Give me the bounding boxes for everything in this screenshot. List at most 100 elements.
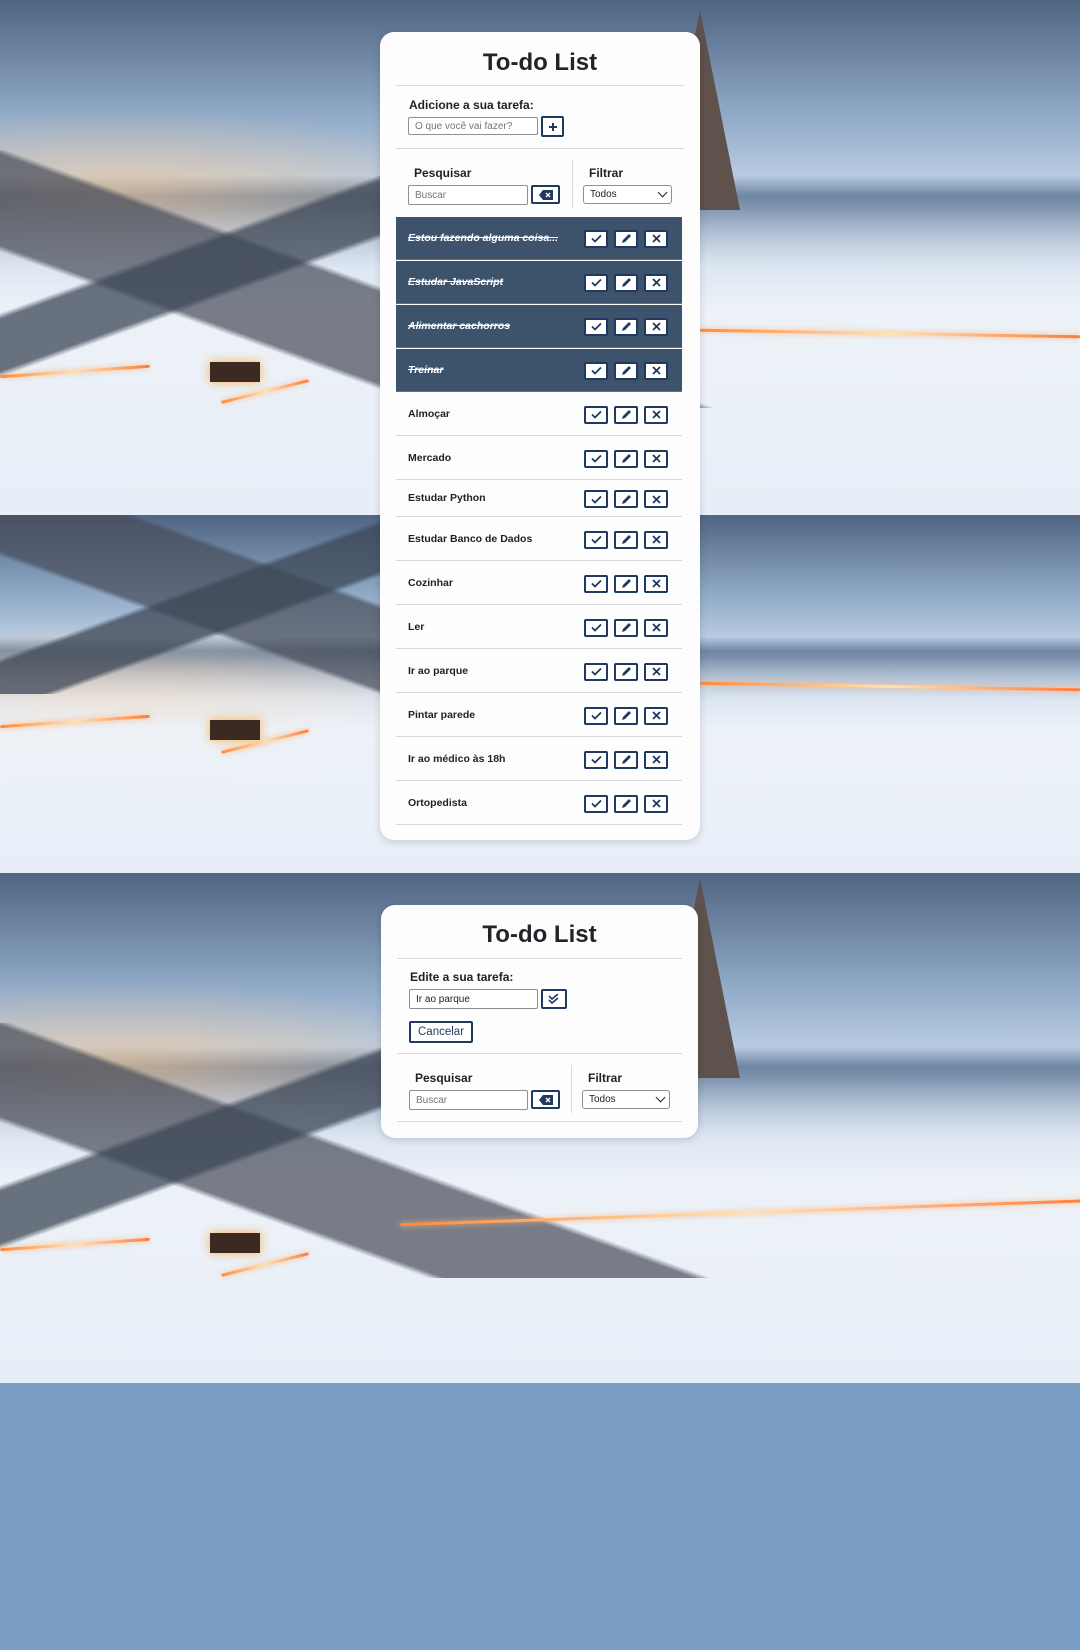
edit-task-button[interactable]	[614, 574, 638, 593]
task-row: Ortopedista	[396, 782, 682, 825]
task-text: Ir ao parque	[408, 664, 469, 677]
remove-task-button[interactable]	[644, 229, 668, 248]
finish-task-button[interactable]	[584, 662, 608, 681]
check-icon	[590, 623, 602, 632]
edit-task-button[interactable]	[614, 361, 638, 380]
finish-task-button[interactable]	[584, 317, 608, 336]
edit-task-button[interactable]	[614, 273, 638, 292]
remove-task-button[interactable]	[644, 706, 668, 725]
close-icon	[651, 579, 661, 588]
edit-task-input[interactable]	[409, 989, 538, 1009]
task-row: Estudar Banco de Dados	[396, 518, 682, 561]
filter-selected-value: Todos	[589, 1094, 616, 1105]
new-task-input[interactable]	[408, 117, 538, 135]
edit-task-button[interactable]	[614, 490, 638, 508]
edit-task-button[interactable]	[614, 794, 638, 813]
vertical-divider	[572, 160, 573, 208]
task-text: Pintar parede	[408, 708, 476, 721]
finish-task-button[interactable]	[584, 794, 608, 813]
remove-task-button[interactable]	[644, 405, 668, 424]
finish-task-button[interactable]	[584, 405, 608, 424]
divider	[397, 1053, 682, 1054]
remove-task-button[interactable]	[644, 750, 668, 769]
todo-card: To-do List Adicione a sua tarefa: Pesqui…	[380, 32, 700, 840]
finish-task-button[interactable]	[584, 229, 608, 248]
check-icon	[590, 322, 602, 331]
task-row: Almoçar	[396, 393, 682, 436]
close-icon	[651, 535, 661, 544]
chevron-down-icon	[657, 187, 668, 198]
task-row: Alimentar cachorros	[396, 305, 682, 348]
finish-task-button[interactable]	[584, 574, 608, 593]
divider	[397, 958, 682, 959]
remove-task-button[interactable]	[644, 530, 668, 549]
edit-task-button[interactable]	[614, 618, 638, 637]
filter-label: Filtrar	[588, 1071, 623, 1085]
filter-select[interactable]: Todos	[582, 1090, 670, 1109]
search-input[interactable]	[408, 185, 528, 205]
remove-task-button[interactable]	[644, 449, 668, 468]
remove-task-button[interactable]	[644, 490, 668, 508]
pencil-icon	[621, 365, 632, 376]
finish-task-button[interactable]	[584, 750, 608, 769]
confirm-edit-button[interactable]	[541, 989, 567, 1009]
clear-search-button[interactable]	[531, 1090, 560, 1109]
search-label: Pesquisar	[414, 166, 472, 180]
remove-task-button[interactable]	[644, 317, 668, 336]
filter-label: Filtrar	[589, 166, 624, 180]
edit-task-button[interactable]	[614, 405, 638, 424]
task-text: Estou fazendo alguma coisa...	[408, 231, 558, 244]
close-icon	[651, 322, 661, 331]
filter-select[interactable]: Todos	[583, 185, 672, 204]
remove-task-button[interactable]	[644, 361, 668, 380]
edit-task-button[interactable]	[614, 662, 638, 681]
search-input[interactable]	[409, 1090, 528, 1110]
task-text: Mercado	[408, 451, 452, 464]
finish-task-button[interactable]	[584, 530, 608, 549]
divider	[396, 148, 684, 149]
finish-task-button[interactable]	[584, 706, 608, 725]
remove-task-button[interactable]	[644, 273, 668, 292]
divider	[397, 1121, 682, 1122]
task-actions	[584, 618, 668, 637]
edit-task-button[interactable]	[614, 449, 638, 468]
edit-task-button[interactable]	[614, 706, 638, 725]
double-check-icon	[548, 993, 559, 1004]
task-row: Mercado	[396, 437, 682, 480]
task-row: Cozinhar	[396, 562, 682, 605]
task-row: Pintar parede	[396, 694, 682, 737]
finish-task-button[interactable]	[584, 618, 608, 637]
edit-card: To-do List Edite a sua tarefa: Cancelar …	[381, 905, 698, 1138]
check-icon	[590, 410, 602, 419]
pencil-icon	[621, 534, 632, 545]
task-row: Ir ao parque	[396, 650, 682, 693]
cancel-edit-button[interactable]: Cancelar	[409, 1021, 474, 1043]
finish-task-button[interactable]	[584, 449, 608, 468]
add-task-label: Adicione a sua tarefa:	[409, 98, 534, 112]
pencil-icon	[621, 622, 632, 633]
edit-task-button[interactable]	[614, 750, 638, 769]
remove-task-button[interactable]	[644, 574, 668, 593]
add-task-button[interactable]	[541, 116, 564, 137]
finish-task-button[interactable]	[584, 273, 608, 292]
edit-task-button[interactable]	[614, 530, 638, 549]
close-icon	[651, 623, 661, 632]
edit-task-button[interactable]	[614, 317, 638, 336]
finish-task-button[interactable]	[584, 490, 608, 508]
remove-task-button[interactable]	[644, 662, 668, 681]
pencil-icon	[621, 409, 632, 420]
remove-task-button[interactable]	[644, 794, 668, 813]
finish-task-button[interactable]	[584, 361, 608, 380]
task-text: Estudar Python	[408, 492, 486, 504]
clear-search-button[interactable]	[531, 185, 560, 204]
pencil-icon	[621, 754, 632, 765]
task-row: Estudar JavaScript	[396, 261, 682, 304]
task-row: Estudar Python	[396, 481, 682, 517]
pencil-icon	[621, 494, 632, 505]
close-icon	[651, 711, 661, 720]
close-icon	[651, 234, 661, 243]
edit-task-button[interactable]	[614, 229, 638, 248]
close-icon	[651, 755, 661, 764]
task-actions	[584, 662, 668, 681]
remove-task-button[interactable]	[644, 618, 668, 637]
